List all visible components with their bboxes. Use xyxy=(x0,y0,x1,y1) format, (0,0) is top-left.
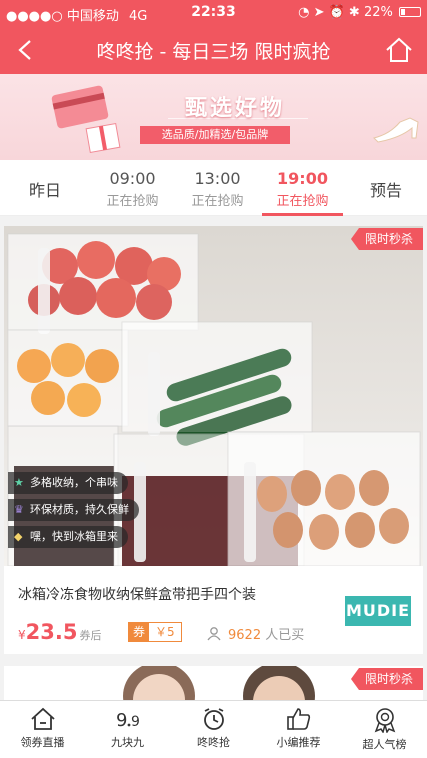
tabbar-label: 小编推荐 xyxy=(276,736,321,749)
high-heel-icon xyxy=(373,117,419,143)
flash-sale-badge: 限时秒杀 xyxy=(350,228,423,250)
sold-count: 9622 人已买 xyxy=(206,624,304,643)
price-value: 23.5 xyxy=(25,620,78,644)
tab-1900[interactable]: 19:00 正在抢购 xyxy=(260,160,345,216)
feature-text: 多格收纳，个串味 xyxy=(30,476,118,489)
svg-text:9: 9 xyxy=(116,710,127,731)
home-icon[interactable] xyxy=(385,36,413,64)
diamond-icon: ◆ xyxy=(14,530,23,543)
tab-1300[interactable]: 13:00 正在抢购 xyxy=(175,160,260,216)
home-icon xyxy=(30,707,55,730)
product-title[interactable]: 冰箱冷冻食物收纳保鲜盒带把手四个装 xyxy=(18,584,256,604)
bottom-tab-bar: 领券直播 9 9 九块九 咚咚抢 小编推荐 超人气榜 xyxy=(0,700,427,758)
session-tabs: 昨日 09:00 正在抢购 13:00 正在抢购 19:00 正在抢购 预告 xyxy=(0,160,427,216)
svg-text:9: 9 xyxy=(131,714,140,730)
tab-status: 正在抢购 xyxy=(106,194,159,209)
battery-text: 22% xyxy=(363,5,393,20)
sold-number: 9622 xyxy=(228,628,262,643)
promo-banner[interactable]: 甄选好物 选品质/加精选/包品牌 xyxy=(0,74,427,160)
star-icon: ★ xyxy=(14,476,24,489)
tab-label: 昨日 xyxy=(28,181,61,200)
product-card[interactable]: 限时秒杀 ★ 多格收纳，个串味 ♛ 环保材质，持久保鲜 ◆ 嘿，快到冰箱里来 冰箱冷冻… xyxy=(4,226,423,654)
product-image[interactable]: 限时秒杀 ★ 多格收纳，个串味 ♛ 环保材质，持久保鲜 ◆ 嘿，快到冰箱里来 xyxy=(4,226,423,566)
medal-icon xyxy=(374,708,395,733)
price-suffix: 券后 xyxy=(79,629,102,642)
nine-nine-icon: 9 9 xyxy=(116,710,140,731)
tab-status: 正在抢购 xyxy=(276,194,329,209)
crown-icon: ♛ xyxy=(14,503,24,516)
nav-bar: 咚咚抢 - 每日三场 限时疯抢 xyxy=(0,26,427,74)
tabbar-label: 九块九 xyxy=(111,736,144,749)
gift-box-icon xyxy=(85,122,121,154)
active-tab-indicator xyxy=(262,213,343,216)
tab-preview[interactable]: 预告 xyxy=(345,160,427,216)
tab-time: 13:00 xyxy=(194,169,241,188)
tabbar-label: 咚咚抢 xyxy=(197,736,230,749)
product-price: ¥23.5 券后 xyxy=(18,620,101,644)
coupon-value: ￥5 xyxy=(155,625,175,639)
page: ●●●●○ 中国移动 4G 22:33 ◔ ➤ ⏰ ✱ 22% 咚咚抢 - 每日… xyxy=(0,0,427,758)
tabbar-label: 超人气榜 xyxy=(362,738,407,751)
page-title: 咚咚抢 - 每日三场 限时疯抢 xyxy=(96,41,331,63)
currency-symbol: ¥ xyxy=(18,628,26,642)
tab-yesterday[interactable]: 昨日 xyxy=(0,160,90,216)
feature-text: 环保材质，持久保鲜 xyxy=(30,503,129,516)
tab-status: 正在抢购 xyxy=(191,194,244,209)
tab-0900[interactable]: 09:00 正在抢购 xyxy=(90,160,175,216)
battery-icon xyxy=(399,7,421,17)
feature-tag: ◆ 嘿，快到冰箱里来 xyxy=(8,526,128,548)
brand-logo: MUDIE xyxy=(345,596,411,626)
feature-text: 嘿，快到冰箱里来 xyxy=(30,530,118,543)
status-icons: ◔ ➤ ⏰ ✱ xyxy=(298,5,364,20)
tab-time: 09:00 xyxy=(109,169,156,188)
feature-tag: ♛ 环保材质，持久保鲜 xyxy=(8,499,139,521)
person-icon xyxy=(207,627,221,641)
tabbar-item-flash-sale[interactable]: 咚咚抢 xyxy=(171,701,256,758)
status-bar: ●●●●○ 中国移动 4G 22:33 ◔ ➤ ⏰ ✱ 22% xyxy=(0,0,427,26)
tabbar-label: 领券直播 xyxy=(20,736,65,749)
tabbar-item-popular[interactable]: 超人气榜 xyxy=(342,701,427,758)
tabbar-item-nine-nine[interactable]: 9 9 九块九 xyxy=(85,701,170,758)
tab-label: 预告 xyxy=(369,181,402,200)
feature-tag: ★ 多格收纳，个串味 xyxy=(8,472,128,494)
flash-sale-badge: 限时秒杀 xyxy=(350,668,423,690)
alarm-clock-icon xyxy=(203,708,224,730)
tab-time: 19:00 xyxy=(277,169,328,188)
coupon-tag: 券 xyxy=(129,623,150,641)
banner-ribbon: 选品质/加精选/包品牌 xyxy=(140,126,290,144)
coupon-badge[interactable]: 券 ￥5 xyxy=(128,622,182,642)
thumbs-up-icon xyxy=(286,708,310,730)
tabbar-item-editor-picks[interactable]: 小编推荐 xyxy=(256,701,341,758)
tabbar-item-coupon-live[interactable]: 领券直播 xyxy=(0,701,85,758)
sold-suffix: 人已买 xyxy=(261,628,305,643)
banner-heading: 甄选好物 xyxy=(184,96,285,121)
